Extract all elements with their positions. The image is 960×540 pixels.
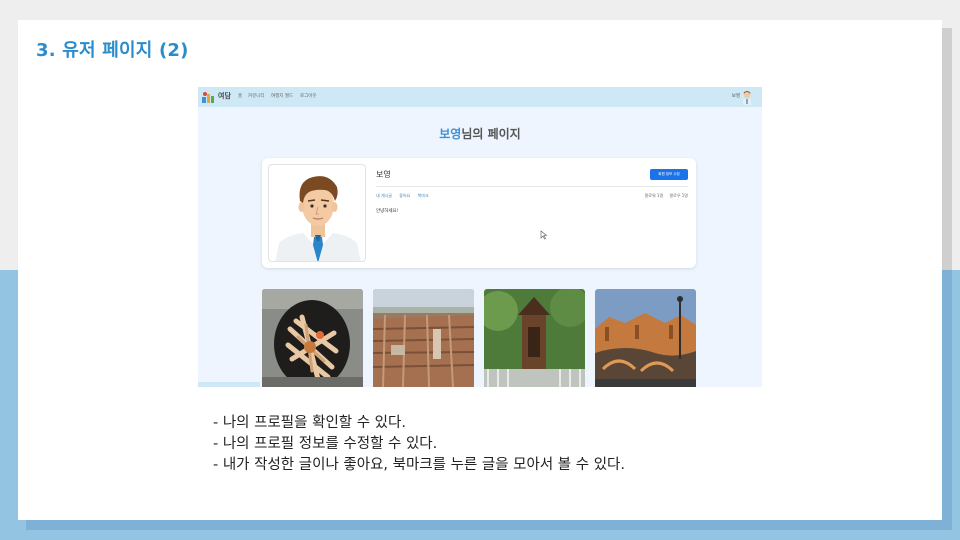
nav-logout[interactable]: 로그아웃	[300, 93, 317, 99]
follow-counts: 팔로워 1명 팔로우 1명	[640, 193, 688, 199]
nav-user-name[interactable]: 보영	[732, 93, 740, 99]
bullet-list: - 나의 프로필을 확인할 수 있다. - 나의 프로필 정보를 수정할 수 있…	[213, 413, 625, 476]
post-thumbnail[interactable]	[373, 289, 474, 387]
app-navbar: 여담 홈 커뮤니티 여행지 월드 로그아웃 보영	[198, 87, 762, 107]
app-screenshot: 여담 홈 커뮤니티 여행지 월드 로그아웃 보영 보영님의 페이지 보영 회원 …	[198, 87, 762, 387]
slide-title: 3. 유저 페이지 (2)	[36, 40, 189, 61]
tab-bookmarks[interactable]: 북마크	[418, 193, 429, 198]
nav-travel-world[interactable]: 여행지 월드	[271, 93, 293, 99]
man-avatar-illustration	[275, 176, 361, 261]
page-title: 보영님의 페이지	[198, 125, 762, 142]
following-count[interactable]: 팔로우 1명	[669, 193, 688, 198]
logo-icon[interactable]	[201, 90, 215, 104]
profile-avatar	[268, 164, 366, 262]
profile-card: 보영 회원 정보 수정 내 게시글 좋아요 북마크 팔로워 1명 팔로우 1명 …	[262, 158, 696, 268]
tab-likes[interactable]: 좋아요	[399, 193, 410, 198]
post-thumbnail[interactable]	[595, 289, 696, 387]
page-title-user: 보영	[439, 127, 462, 141]
page-title-suffix: 님의 페이지	[461, 127, 521, 141]
plaza-bridge-image	[595, 289, 696, 387]
crab-dish-image	[262, 289, 363, 387]
profile-divider	[376, 186, 688, 187]
nav-home[interactable]: 홈	[238, 93, 242, 99]
post-thumbnail[interactable]	[484, 289, 585, 387]
city-aerial-image	[373, 289, 474, 387]
bullet-item: - 나의 프로필을 확인할 수 있다.	[213, 415, 406, 431]
avatar-icon[interactable]	[740, 89, 754, 105]
mouse-cursor-icon	[540, 230, 548, 240]
brand-name[interactable]: 여담	[218, 91, 231, 101]
tab-my-posts[interactable]: 내 게시글	[376, 193, 392, 198]
profile-tabs: 내 게시글 좋아요 북마크	[376, 193, 435, 199]
post-thumbnail[interactable]	[262, 289, 363, 387]
bullet-item: - 나의 프로필 정보를 수정할 수 있다.	[213, 436, 438, 452]
bottom-strip	[198, 382, 260, 387]
edit-profile-button[interactable]: 회원 정보 수정	[650, 169, 688, 180]
profile-greeting: 안녕하세요!	[376, 209, 399, 214]
nav-community[interactable]: 커뮤니티	[248, 93, 265, 99]
shrine-image	[484, 289, 585, 387]
followers-count[interactable]: 팔로워 1명	[645, 193, 664, 198]
profile-name: 보영	[376, 170, 391, 179]
bullet-item: - 내가 작성한 글이나 좋아요, 북마크를 누른 글을 모아서 볼 수 있다.	[213, 457, 625, 473]
